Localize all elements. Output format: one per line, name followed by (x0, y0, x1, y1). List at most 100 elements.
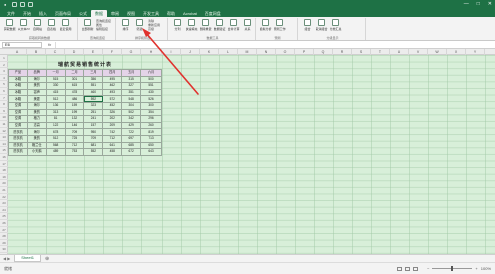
tab-7[interactable]: 视图 (123, 10, 139, 17)
table-cell[interactable]: 323 (83, 101, 104, 110)
close-button[interactable]: ✕ (488, 0, 492, 9)
table-cell[interactable]: 722 (121, 128, 142, 136)
row-header[interactable]: 2 (0, 62, 8, 69)
table-cell[interactable]: 592 (83, 95, 104, 103)
table-cell[interactable]: 697 (121, 134, 142, 143)
table-cell[interactable]: 572 (102, 95, 123, 103)
formula-input[interactable] (55, 41, 492, 48)
row-header[interactable]: 30 (0, 246, 8, 253)
save-icon[interactable] (12, 2, 18, 7)
table-cell[interactable]: 260 (140, 121, 162, 130)
row-header[interactable]: 3 (0, 68, 8, 75)
ribbon-button-1-0[interactable]: 全部刷新 (82, 19, 94, 31)
ribbon-button-0-2[interactable]: 自网站 (32, 19, 43, 31)
fx-icon[interactable]: fx (48, 42, 51, 47)
row-header[interactable]: 18 (0, 167, 8, 174)
row-header[interactable]: 19 (0, 174, 8, 181)
table-cell[interactable]: 615 (64, 82, 85, 90)
row-header[interactable]: 22 (0, 194, 8, 201)
table-cell[interactable]: 容声 (26, 88, 47, 97)
tab-4[interactable]: 公式 (75, 10, 91, 17)
row-header[interactable]: 11 (0, 121, 8, 128)
ribbon-button-0-4[interactable]: 最近使用 (60, 19, 72, 31)
table-cell[interactable]: 315 (121, 75, 142, 84)
table-cell[interactable]: 326 (102, 108, 123, 117)
tab-6[interactable]: 审阅 (107, 10, 123, 17)
row-header[interactable]: 17 (0, 161, 8, 168)
table-header-cell[interactable]: 四月 (102, 69, 123, 77)
table-cell[interactable]: 洗衣机 (8, 134, 28, 143)
tab-9[interactable]: 帮助 (163, 10, 179, 17)
maximize-button[interactable]: □ (477, 0, 480, 9)
ribbon-button-4-0[interactable]: 模拟分析 (260, 19, 272, 31)
table-cell[interactable]: 199 (64, 108, 85, 117)
ribbon-small-command[interactable]: 编辑链接 (96, 27, 111, 31)
table-cell[interactable]: 552 (83, 148, 104, 156)
ribbon-button-3-4[interactable]: 合并计算 (228, 19, 240, 31)
table-cell[interactable]: 342 (121, 115, 142, 123)
table-cell[interactable]: 685 (121, 141, 142, 150)
table-cell[interactable]: 海尔 (26, 101, 47, 110)
table-cell[interactable]: 冰箱 (8, 75, 28, 84)
table-cell[interactable]: 300 (140, 101, 162, 110)
table-cell[interactable]: 136 (45, 101, 66, 110)
table-cell[interactable]: 486 (64, 95, 85, 103)
table-cell[interactable]: 678 (45, 128, 66, 136)
table-cell[interactable]: 462 (102, 82, 123, 90)
ribbon-button-3-5[interactable]: 关系 (242, 19, 253, 31)
row-header[interactable]: 15 (0, 147, 8, 154)
row-header[interactable]: 7 (0, 95, 8, 102)
table-cell[interactable]: 空调 (8, 108, 28, 117)
row-header[interactable]: 13 (0, 134, 8, 141)
table-cell[interactable]: 209 (102, 121, 123, 130)
table-header-cell[interactable]: 三月 (83, 69, 104, 77)
table-cell[interactable]: 641 (102, 141, 123, 150)
table-cell[interactable]: 122 (45, 121, 66, 130)
row-header[interactable]: 28 (0, 233, 8, 240)
tab-8[interactable]: 开发工具 (139, 10, 163, 17)
table-cell[interactable]: 415 (45, 88, 66, 97)
ribbon-button-2-0[interactable]: 排序 (120, 19, 131, 31)
table-cell[interactable]: 512 (45, 134, 66, 143)
table-cell[interactable]: 551 (83, 82, 104, 90)
undo-icon[interactable] (20, 2, 26, 7)
ribbon-button-4-1[interactable]: 预测工作表 (274, 19, 286, 31)
table-cell[interactable]: 志高 (26, 121, 47, 130)
table-cell[interactable]: 712 (102, 134, 123, 143)
table-cell[interactable]: 159 (64, 101, 85, 110)
table-cell[interactable]: 429 (121, 121, 142, 130)
table-cell[interactable]: 157 (83, 121, 104, 130)
table-cell[interactable]: 458 (102, 148, 123, 156)
ribbon-button-3-3[interactable]: 数据验证 (214, 19, 226, 31)
table-cell[interactable]: 冰箱 (8, 95, 28, 103)
table-cell[interactable]: 洗衣机 (8, 141, 28, 150)
table-cell[interactable]: 452 (102, 101, 123, 110)
table-cell[interactable]: 美的 (26, 134, 47, 143)
table-cell[interactable]: 650 (140, 141, 162, 150)
zoom-level[interactable]: 100% (481, 266, 491, 271)
table-cell[interactable]: 819 (140, 128, 162, 136)
table-cell[interactable]: 512 (45, 95, 66, 103)
table-cell[interactable]: 296 (140, 115, 162, 123)
table-cell[interactable]: 146 (64, 121, 85, 130)
table-header-cell[interactable]: 一月 (45, 69, 66, 77)
table-cell[interactable]: 空调 (8, 115, 28, 123)
table-cell[interactable]: 冰箱 (8, 82, 28, 90)
tab-11[interactable]: 百度网盘 (201, 10, 225, 17)
ribbon-button-0-3[interactable]: 自表格 (46, 19, 57, 31)
table-cell[interactable]: 430 (140, 88, 162, 97)
table-header-cell[interactable]: 二月 (64, 69, 85, 77)
table-cell[interactable]: 海尔 (26, 128, 47, 136)
table-header-cell[interactable]: 五月 (121, 69, 142, 77)
table-cell[interactable]: 672 (121, 148, 142, 156)
zoom-in-icon[interactable]: + (475, 266, 477, 271)
table-cell[interactable]: 330 (45, 82, 66, 90)
page-layout-view-icon[interactable] (405, 266, 411, 271)
add-sheet-icon[interactable]: ⊕ (45, 256, 49, 262)
row-header[interactable]: 29 (0, 240, 8, 247)
ribbon-button-5-0[interactable]: 组合 (302, 19, 313, 31)
zoom-slider[interactable] (432, 266, 473, 271)
table-cell[interactable]: 351 (121, 88, 142, 97)
tab-3[interactable]: 页面布局 (51, 10, 75, 17)
sheet-tab-sheet1[interactable]: Sheet1 (14, 255, 41, 262)
